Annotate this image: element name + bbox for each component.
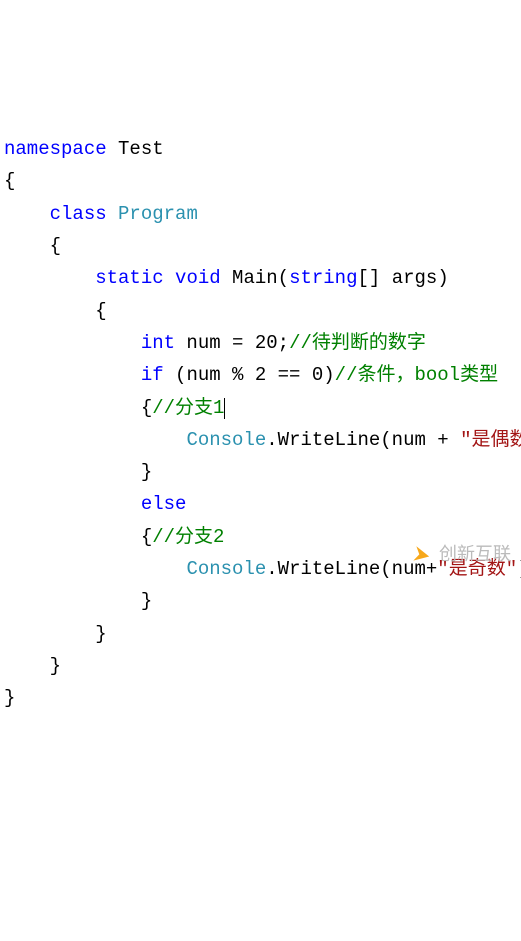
brace: { bbox=[4, 170, 15, 192]
type-console: Console bbox=[186, 558, 266, 580]
brace: { bbox=[4, 397, 152, 419]
watermark: 创新互联 bbox=[411, 539, 511, 570]
keyword-static: static bbox=[4, 267, 164, 289]
keyword-void: void bbox=[164, 267, 221, 289]
string-literal: "是偶数" bbox=[460, 429, 521, 451]
line-end: ); bbox=[517, 558, 521, 580]
identifier-main: Main( bbox=[221, 267, 289, 289]
type-console: Console bbox=[186, 429, 266, 451]
declaration: num = 20; bbox=[175, 332, 289, 354]
code-block: namespace Test { class Program { static … bbox=[4, 133, 517, 714]
keyword-else: else bbox=[4, 493, 186, 515]
keyword-int: int bbox=[4, 332, 175, 354]
type-program: Program bbox=[107, 203, 198, 225]
brace: } bbox=[4, 590, 152, 612]
text-cursor bbox=[224, 398, 225, 419]
brace: } bbox=[4, 655, 61, 677]
brace: { bbox=[4, 526, 152, 548]
keyword-string: string bbox=[289, 267, 357, 289]
brace: { bbox=[4, 300, 107, 322]
brace: } bbox=[4, 623, 107, 645]
comment: //条件，bool类型 bbox=[335, 364, 498, 386]
indent bbox=[4, 558, 186, 580]
keyword-class: class bbox=[4, 203, 107, 225]
comment: //分支1 bbox=[152, 397, 224, 419]
comment: //待判断的数字 bbox=[289, 332, 426, 354]
keyword-if: if bbox=[4, 364, 164, 386]
keyword-namespace: namespace bbox=[4, 138, 107, 160]
watermark-icon bbox=[409, 542, 435, 568]
identifier-test: Test bbox=[107, 138, 164, 160]
watermark-text: 创新互联 bbox=[439, 539, 511, 570]
condition: (num % 2 == 0) bbox=[164, 364, 335, 386]
brace: { bbox=[4, 235, 61, 257]
method-call: .WriteLine(num + bbox=[266, 429, 460, 451]
params: [] args) bbox=[358, 267, 449, 289]
comment: //分支2 bbox=[152, 526, 224, 548]
brace: } bbox=[4, 461, 152, 483]
brace: } bbox=[4, 687, 15, 709]
indent bbox=[4, 429, 186, 451]
